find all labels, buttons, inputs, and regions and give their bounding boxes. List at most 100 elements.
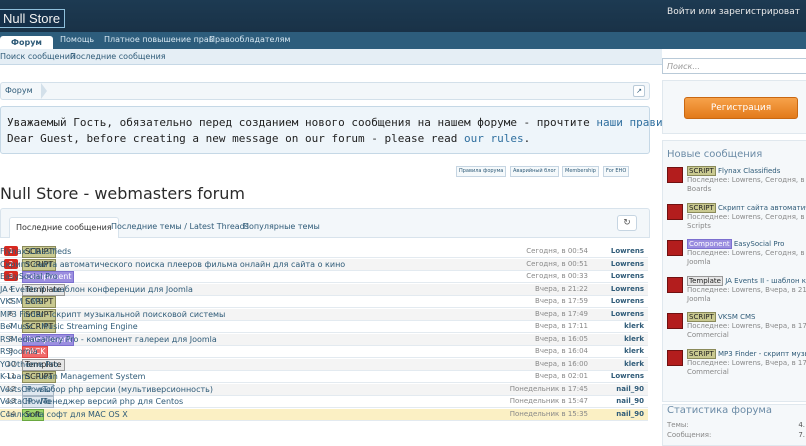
- prefix-badge: SCRIPT: [687, 348, 716, 359]
- new-post-title-text[interactable]: MP3 Finder - скрипт музы: [718, 350, 806, 358]
- new-post-title-text[interactable]: JA Events II - шаблон к: [725, 277, 806, 285]
- avatar[interactable]: [667, 203, 683, 220]
- tab-latest-threads[interactable]: Последние темы / Latest Threads: [105, 217, 255, 237]
- thread-title-link[interactable]: Flynax Classifieds: [0, 246, 71, 257]
- thread-title-link[interactable]: JA Events II - шаблон конференции для Jo…: [0, 284, 193, 295]
- thread-user-link[interactable]: Lowrens: [611, 309, 644, 320]
- thread-title-link[interactable]: VestaCP - Менеджер версий php для Centos: [0, 396, 183, 407]
- link-membership[interactable]: Membership: [562, 166, 599, 177]
- thread-row[interactable]: 12 HowTo VestsCP - выбор php версии (мульт…: [0, 383, 648, 396]
- new-post-title-text[interactable]: Flynax Classifieds: [718, 167, 780, 175]
- new-post-item[interactable]: SCRIPT VKSM CMS Последнее: Lowrens, Вчера…: [667, 312, 806, 343]
- thread-row[interactable]: 14 Soft Ссылки на софт для MAC OS X Понедел…: [0, 408, 648, 421]
- thread-date: Вчера, в 17:59: [535, 297, 588, 305]
- link-emergency-blog[interactable]: Аварийный блог: [510, 166, 560, 177]
- stat-threads-label: Темы:: [667, 421, 689, 429]
- subnav-search-posts[interactable]: Поиск сообщений: [0, 52, 75, 61]
- avatar[interactable]: [667, 349, 683, 366]
- jump-icon[interactable]: ↗: [633, 85, 645, 97]
- new-post-title[interactable]: SCRIPT Скрипт сайта автоматичес: [687, 202, 806, 213]
- search-input[interactable]: Поиск...: [662, 58, 806, 74]
- new-post-item[interactable]: SCRIPT Скрипт сайта автоматичесПоследнее…: [667, 202, 806, 234]
- thread-user-link[interactable]: Lowrens: [611, 284, 644, 295]
- new-post-title-text[interactable]: Скрипт сайта автоматичес: [718, 204, 806, 212]
- thread-title-link[interactable]: RSJoomla: [0, 346, 38, 357]
- thread-row[interactable]: 6 SCRIPT MP3 Finder - скрипт музыкальной п…: [0, 308, 648, 321]
- thread-row[interactable]: 11 SCRIPT K-Loans - Loan Management System…: [0, 371, 648, 383]
- site-logo[interactable]: Null Store: [0, 9, 66, 28]
- thread-user-link[interactable]: Lowrens: [611, 371, 644, 382]
- thread-user-link[interactable]: Lowrens: [611, 271, 644, 282]
- new-post-title[interactable]: Template JA Events II - шаблон к: [687, 275, 806, 286]
- avatar[interactable]: [667, 276, 683, 293]
- thread-user-link[interactable]: nail_90: [616, 396, 644, 407]
- new-post-item[interactable]: Template JA Events II - шаблон к Последне…: [667, 275, 806, 307]
- new-post-title-text[interactable]: EasySocial Pro: [734, 240, 785, 248]
- thread-row[interactable]: 3 Component EasySocial Pro Сегодня, в 00:33…: [0, 271, 648, 283]
- thread-title-link[interactable]: Ссылки на софт для MAC OS X: [0, 409, 128, 420]
- new-post-meta: Последнее: Lowrens, Вчера, в 21:2: [687, 285, 806, 294]
- new-post-forum[interactable]: Boards: [687, 185, 711, 193]
- nav-tab-copyright[interactable]: Правообладателям: [209, 35, 290, 44]
- tab-popular-threads[interactable]: Популярные темы: [237, 217, 326, 237]
- refresh-icon[interactable]: ↻: [617, 215, 637, 231]
- tab-recent-posts[interactable]: Последние сообщения: [9, 217, 119, 238]
- thread-row[interactable]: 9 PACK RSJoomla Вчера, в 16:04 klerk: [0, 346, 648, 358]
- new-post-forum[interactable]: Joomla: [687, 295, 711, 303]
- nav-tab-paid-upgrade[interactable]: Платное повышение прав: [104, 35, 214, 44]
- thread-user-link[interactable]: klerk: [624, 346, 644, 357]
- link-forum-rules[interactable]: Правила форума: [456, 166, 507, 177]
- thread-title-link[interactable]: MP3 Finder - скрипт музыкальной поисково…: [0, 309, 225, 320]
- thread-title-link[interactable]: Скрипт сайта автоматического поиска плее…: [0, 259, 345, 270]
- thread-title-link[interactable]: YOOtheme Pro: [0, 359, 58, 370]
- avatar[interactable]: [667, 167, 683, 183]
- thread-title-link[interactable]: BeMusic - Music Streaming Engine: [0, 321, 138, 332]
- new-post-title[interactable]: SCRIPT MP3 Finder - скрипт музы: [687, 348, 806, 359]
- new-post-item[interactable]: SCRIPT MP3 Finder - скрипт музы Последнее…: [667, 348, 806, 380]
- new-post-forum[interactable]: Joomla: [687, 258, 711, 266]
- new-post-forum[interactable]: Scripts: [687, 222, 711, 230]
- avatar[interactable]: [667, 313, 683, 329]
- new-post-title[interactable]: Component EasySocial Pro: [687, 239, 785, 249]
- avatar[interactable]: [667, 240, 683, 256]
- new-post-forum[interactable]: Commercial: [687, 331, 729, 339]
- new-post-title[interactable]: SCRIPT Flynax Classifieds: [687, 166, 780, 176]
- register-button[interactable]: Регистрация: [684, 97, 798, 119]
- new-post-title-text[interactable]: VKSM CMS: [718, 313, 755, 321]
- new-post-item[interactable]: Component EasySocial Pro Последнее: Lowre…: [667, 239, 806, 270]
- breadcrumb-forum[interactable]: Форум: [5, 86, 33, 95]
- forum-stats-title: Статистика форума: [667, 405, 773, 416]
- new-post-title[interactable]: SCRIPT VKSM CMS: [687, 312, 755, 322]
- thread-row[interactable]: 1 SCRIPT Flynax Classifieds Сегодня, в 00:5…: [0, 246, 648, 258]
- thread-row[interactable]: 8 Component RSMediaGallery Pro - компонент…: [0, 333, 648, 346]
- thread-row[interactable]: 13 HowTo VestaCP - Менеджер версий php для…: [0, 396, 648, 408]
- thread-user-link[interactable]: klerk: [624, 321, 644, 332]
- thread-row[interactable]: 5 SCRIPT VKSM CMS Вчера, в 17:59 Lowrens: [0, 296, 648, 308]
- thread-user-link[interactable]: nail_90: [616, 409, 644, 420]
- new-post-forum[interactable]: Commercial: [687, 368, 729, 376]
- new-post-item[interactable]: SCRIPT Flynax Classifieds Последнее: Lowr…: [667, 166, 806, 197]
- thread-row[interactable]: 4 Template JA Events II - шаблон конференц…: [0, 283, 648, 296]
- thread-user-link[interactable]: Lowrens: [611, 259, 644, 270]
- login-register-link[interactable]: Войти или зарегистрироват: [667, 7, 800, 17]
- thread-user-link[interactable]: klerk: [624, 334, 644, 345]
- page-title: Null Store - webmasters forum: [0, 184, 245, 203]
- thread-row[interactable]: 2 SCRIPT Скрипт сайта автоматического поис…: [0, 258, 648, 271]
- thread-user-link[interactable]: Lowrens: [611, 246, 644, 257]
- thread-title-link[interactable]: VKSM CMS: [0, 296, 43, 307]
- nav-tab-forum[interactable]: Форум: [0, 36, 53, 49]
- thread-title-link[interactable]: RSMediaGallery Pro - компонент галереи д…: [0, 334, 217, 345]
- thread-user-link[interactable]: Lowrens: [611, 296, 644, 307]
- thread-title-link[interactable]: EasySocial Pro: [0, 271, 58, 282]
- thread-title-link[interactable]: K-Loans - Loan Management System: [0, 371, 145, 382]
- thread-user-link[interactable]: nail_90: [616, 384, 644, 395]
- thread-date: Сегодня, в 00:54: [526, 247, 588, 255]
- thread-row[interactable]: 10 Template YOOtheme Pro Вчера, в 16:00 kler…: [0, 358, 648, 371]
- link-for-eho[interactable]: For EHO: [603, 166, 630, 177]
- nav-tab-help[interactable]: Помощь: [60, 35, 94, 44]
- notice-rules-link-en[interactable]: our rules: [464, 132, 524, 145]
- thread-user-link[interactable]: klerk: [624, 359, 644, 370]
- subnav-recent-posts[interactable]: Последние сообщения: [70, 52, 166, 61]
- thread-title-link[interactable]: VestsCP - выбор php версии (мультиверсио…: [0, 384, 213, 395]
- thread-row[interactable]: 7 SCRIPT BeMusic - Music Streaming Engine В…: [0, 321, 648, 333]
